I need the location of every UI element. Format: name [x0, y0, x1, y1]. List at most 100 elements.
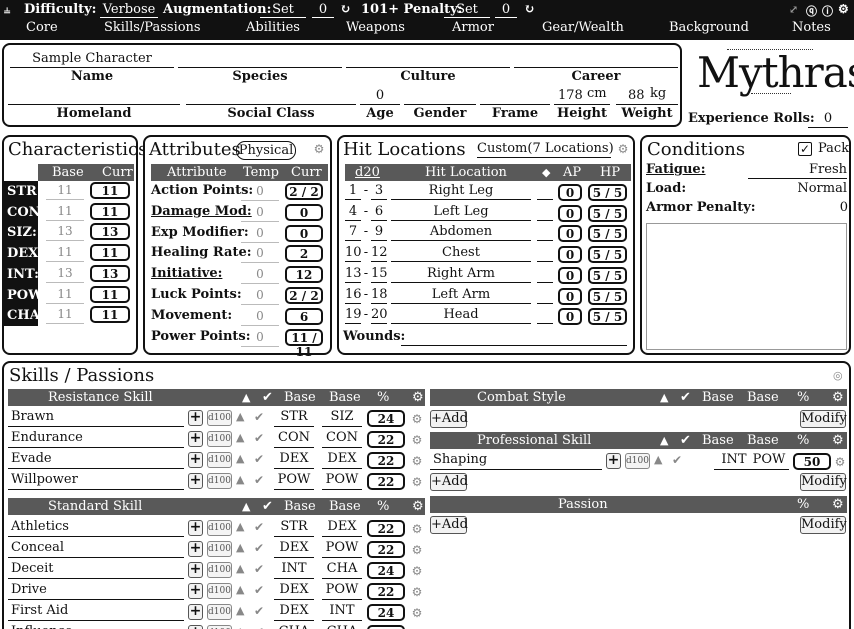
attribute-curr[interactable]: 11 / 11: [285, 328, 323, 359]
hit-location-name[interactable]: Left Arm: [391, 287, 531, 304]
skill-base-2[interactable]: CHA: [322, 624, 362, 629]
add-skill-button[interactable]: +: [606, 453, 621, 469]
characteristic-curr[interactable]: 11: [90, 182, 130, 199]
gear-icon[interactable]: ⚙: [834, 456, 846, 468]
skill-percent[interactable]: 22: [367, 541, 405, 558]
penalty-set-button[interactable]: Set: [444, 2, 490, 18]
expand-icon[interactable]: ⤢: [789, 3, 798, 16]
pack-checkbox[interactable]: ✓: [798, 142, 812, 156]
add-skill-button[interactable]: +: [188, 562, 203, 578]
skill-percent[interactable]: 24: [367, 410, 405, 427]
warning-icon[interactable]: ▲: [236, 541, 244, 554]
skill-percent[interactable]: 24: [367, 604, 405, 621]
dice-button[interactable]: d100: [207, 541, 232, 557]
skill-base-1[interactable]: DEX: [274, 451, 314, 469]
dice-button[interactable]: d100: [207, 431, 232, 447]
skill-base-2[interactable]: DEX: [322, 451, 362, 469]
check-icon[interactable]: ✔: [254, 583, 264, 597]
skill-percent[interactable]: 22: [367, 520, 405, 537]
hit-location-ap[interactable]: 0: [558, 184, 582, 201]
attribute-temp[interactable]: 0: [241, 309, 279, 326]
skill-base-2[interactable]: CON: [322, 430, 362, 448]
skill-name[interactable]: Drive: [8, 582, 184, 600]
characteristic-base[interactable]: 13: [46, 224, 84, 242]
hit-location-hp[interactable]: 5 / 5: [588, 204, 627, 222]
gender-input[interactable]: [404, 88, 476, 105]
difficulty-select[interactable]: Verbose: [100, 2, 158, 18]
attributes-mode-select[interactable]: Physical: [236, 141, 296, 160]
warning-icon[interactable]: ▲: [236, 583, 244, 596]
skill-name[interactable]: Willpower: [8, 472, 184, 490]
rss-icon[interactable]: ⫨: [4, 3, 10, 17]
hit-location-ap[interactable]: 0: [558, 225, 582, 243]
reset-icon[interactable]: ↻: [340, 2, 351, 17]
skill-base-2[interactable]: CHA: [322, 561, 362, 579]
add-skill-button[interactable]: +: [188, 473, 203, 489]
add-professional-skill-button[interactable]: +Add: [430, 473, 468, 491]
dice-button[interactable]: d100: [625, 453, 650, 469]
characteristic-curr[interactable]: 11: [90, 306, 130, 324]
skill-base-1[interactable]: DEX: [274, 603, 314, 621]
hit-location-armor[interactable]: [537, 287, 553, 304]
gear-icon[interactable]: ⚙: [832, 496, 844, 513]
social-class-input[interactable]: [186, 88, 356, 105]
add-skill-button[interactable]: +: [188, 625, 203, 629]
modify-combat-style-button[interactable]: Modify: [800, 410, 847, 428]
attribute-curr[interactable]: 0: [285, 224, 323, 242]
skill-name[interactable]: Shaping: [430, 452, 602, 470]
hit-location-low[interactable]: 1: [345, 183, 361, 200]
age-input[interactable]: 0: [360, 88, 400, 105]
hit-location-low[interactable]: 13: [345, 266, 362, 283]
hit-location-high[interactable]: 6: [371, 204, 387, 221]
skill-base-1[interactable]: CHA: [274, 624, 314, 629]
skill-base-2[interactable]: INT: [322, 603, 362, 621]
hit-location-high[interactable]: 20: [371, 307, 388, 325]
dice-button[interactable]: d100: [207, 562, 232, 578]
hit-location-hp[interactable]: 5 / 5: [588, 246, 627, 264]
hit-location-low[interactable]: 19: [345, 307, 362, 325]
hit-location-ap[interactable]: 0: [558, 204, 582, 222]
characteristic-base[interactable]: 11: [46, 245, 84, 263]
hit-location-high[interactable]: 15: [371, 266, 388, 283]
skill-base-1[interactable]: DEX: [274, 540, 314, 558]
characteristic-base[interactable]: 11: [46, 307, 84, 325]
attribute-temp[interactable]: 0: [241, 267, 279, 285]
warning-icon[interactable]: ▲: [236, 625, 244, 629]
attribute-curr[interactable]: 2 / 2: [285, 287, 323, 304]
gear-icon[interactable]: ⚙: [411, 544, 423, 556]
skill-base-2[interactable]: DEX: [322, 519, 362, 537]
skill-percent[interactable]: 22: [367, 431, 405, 448]
gear-icon[interactable]: ⚙: [411, 607, 423, 619]
dice-button[interactable]: d100: [207, 473, 232, 489]
characteristic-curr[interactable]: 13: [90, 223, 130, 241]
characteristic-curr[interactable]: 11: [90, 202, 130, 220]
penalty-value[interactable]: 0: [495, 2, 517, 18]
skill-base-1[interactable]: INT: [274, 561, 314, 579]
attribute-curr[interactable]: 6: [285, 307, 323, 325]
skill-base-1[interactable]: INT: [714, 452, 754, 470]
skill-name[interactable]: First Aid: [8, 603, 184, 621]
dice-button[interactable]: d100: [207, 410, 232, 426]
wounds-input[interactable]: [401, 329, 627, 346]
attribute-curr[interactable]: 2 / 2: [285, 183, 323, 200]
hit-location-hp[interactable]: 5 / 5: [588, 225, 627, 243]
add-skill-button[interactable]: +: [188, 583, 203, 599]
gear-icon[interactable]: ⚙: [412, 389, 424, 406]
add-passion-button[interactable]: +Add: [430, 516, 468, 534]
gear-icon[interactable]: ⚙: [411, 586, 423, 598]
skill-name[interactable]: Influence: [8, 624, 184, 629]
warning-icon[interactable]: ▲: [236, 410, 244, 423]
homeland-input[interactable]: [8, 88, 180, 105]
skill-base-2[interactable]: POW: [322, 472, 362, 490]
tab-core[interactable]: Core: [26, 20, 58, 35]
name-input[interactable]: Sample Character: [10, 51, 174, 68]
check-icon[interactable]: ✔: [254, 562, 264, 576]
warning-icon[interactable]: ▲: [236, 520, 244, 533]
add-skill-button[interactable]: +: [188, 604, 203, 620]
attribute-curr[interactable]: 12: [285, 266, 323, 284]
skill-name[interactable]: Athletics: [8, 519, 184, 537]
check-icon[interactable]: ✔: [254, 604, 264, 618]
attribute-temp[interactable]: 0: [241, 205, 279, 222]
hit-location-high[interactable]: 3: [371, 183, 387, 200]
culture-input[interactable]: [346, 51, 510, 68]
